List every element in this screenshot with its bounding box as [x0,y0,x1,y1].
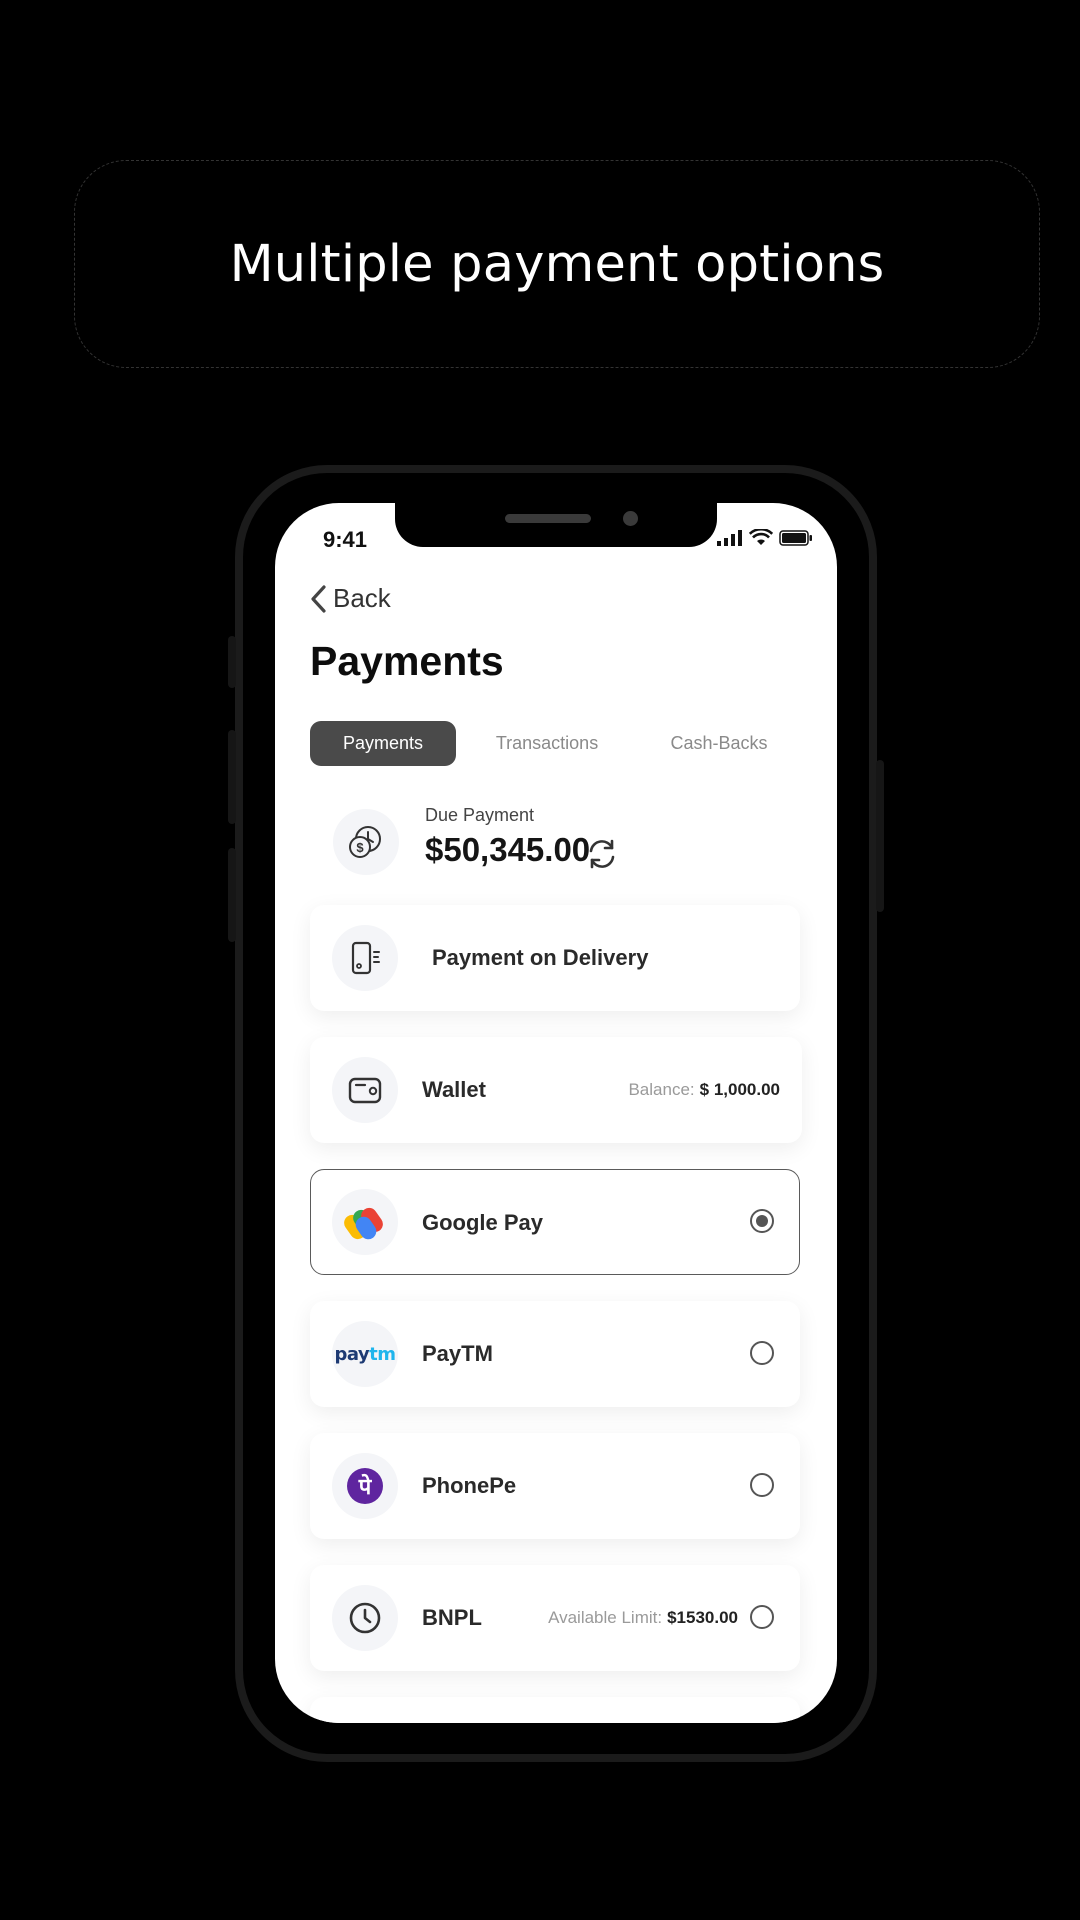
status-icons [717,529,813,546]
wallet-balance-label: Balance: [628,1080,695,1099]
due-amount: $50,345.00 [425,831,591,868]
tab-transactions[interactable]: Transactions [472,721,622,766]
paytm-label: PayTM [422,1341,493,1366]
refresh-button[interactable] [585,837,619,876]
svg-text:$: $ [356,840,364,855]
phonepe-label: PhonePe [422,1473,517,1498]
delivery-label: Payment on Delivery [432,945,649,970]
phone-volume-up-button [228,730,236,824]
wallet-icon [348,1077,382,1104]
bnpl-radio[interactable] [750,1605,774,1629]
google-pay-icon [344,1207,383,1240]
phonepe-radio[interactable] [750,1473,774,1497]
tab-cash-backs[interactable]: Cash-Backs [644,721,794,766]
option-next-partial[interactable] [310,1697,800,1723]
battery-icon [779,530,812,546]
wifi-icon [749,529,773,545]
back-button[interactable]: Back [309,583,391,614]
clock-icon [349,1602,381,1634]
option-paytm[interactable]: paytm PayTM [310,1301,800,1407]
back-label: Back [333,583,391,613]
wallet-label: Wallet [422,1077,486,1102]
paytm-icon-circle: paytm [332,1321,398,1387]
bnpl-limit-value: $1530.00 [667,1608,738,1627]
headline-box: Multiple payment options [74,160,1040,368]
chevron-left-icon [311,584,326,613]
tab-payments[interactable]: Payments [310,721,456,766]
phone-screen: 9:41 Back Payments Payments Transactions… [275,503,837,1723]
wallet-balance-value: $ 1,000.00 [699,1080,780,1099]
notch [395,503,717,547]
paytm-radio[interactable] [750,1341,774,1365]
page-title: Payments [310,638,504,684]
due-icon-circle: $ [333,809,399,875]
paytm-icon: paytm [334,1343,396,1365]
option-google-pay[interactable]: Google Pay [310,1169,800,1275]
phone-power-button [876,760,884,912]
option-phonepe[interactable]: पे PhonePe [310,1433,800,1539]
gpay-label: Google Pay [422,1210,544,1235]
bnpl-icon-circle [332,1585,398,1651]
refresh-icon [589,839,615,869]
due-label: Due Payment [425,805,535,825]
wallet-icon-circle [332,1057,398,1123]
signal-icon [717,530,742,546]
mobile-payment-icon [351,941,380,975]
headline: Multiple payment options [229,234,885,294]
phonepe-icon-circle: पे [332,1453,398,1519]
camera [623,511,638,526]
paytm-logo-tm: tm [369,1343,396,1365]
phone-volume-down-button [228,848,236,942]
bnpl-limit-label: Available Limit: [548,1608,663,1627]
delivery-icon-circle [332,925,398,991]
option-wallet[interactable]: Wallet Balance: $ 1,000.00 [310,1037,802,1143]
wallet-balance: Balance: $ 1,000.00 [628,1037,780,1143]
gpay-icon-circle [332,1189,398,1255]
speaker [505,514,591,523]
bnpl-label: BNPL [422,1605,482,1630]
tab-bar: Payments Transactions Cash-Backs [310,721,810,766]
option-bnpl[interactable]: BNPL Available Limit: $1530.00 [310,1565,800,1671]
due-payment: $ Due Payment $50,345.00 [333,803,803,883]
paytm-logo-pay: pay [334,1343,370,1365]
phonepe-icon: पे [347,1468,383,1504]
gpay-radio[interactable] [750,1209,774,1233]
status-time: 9:41 [323,527,368,552]
bnpl-limit: Available Limit: $1530.00 [548,1565,738,1671]
dollar-clock-icon: $ [349,826,381,858]
option-payment-on-delivery[interactable]: Payment on Delivery [310,905,800,1011]
phone-side-button [228,636,236,688]
